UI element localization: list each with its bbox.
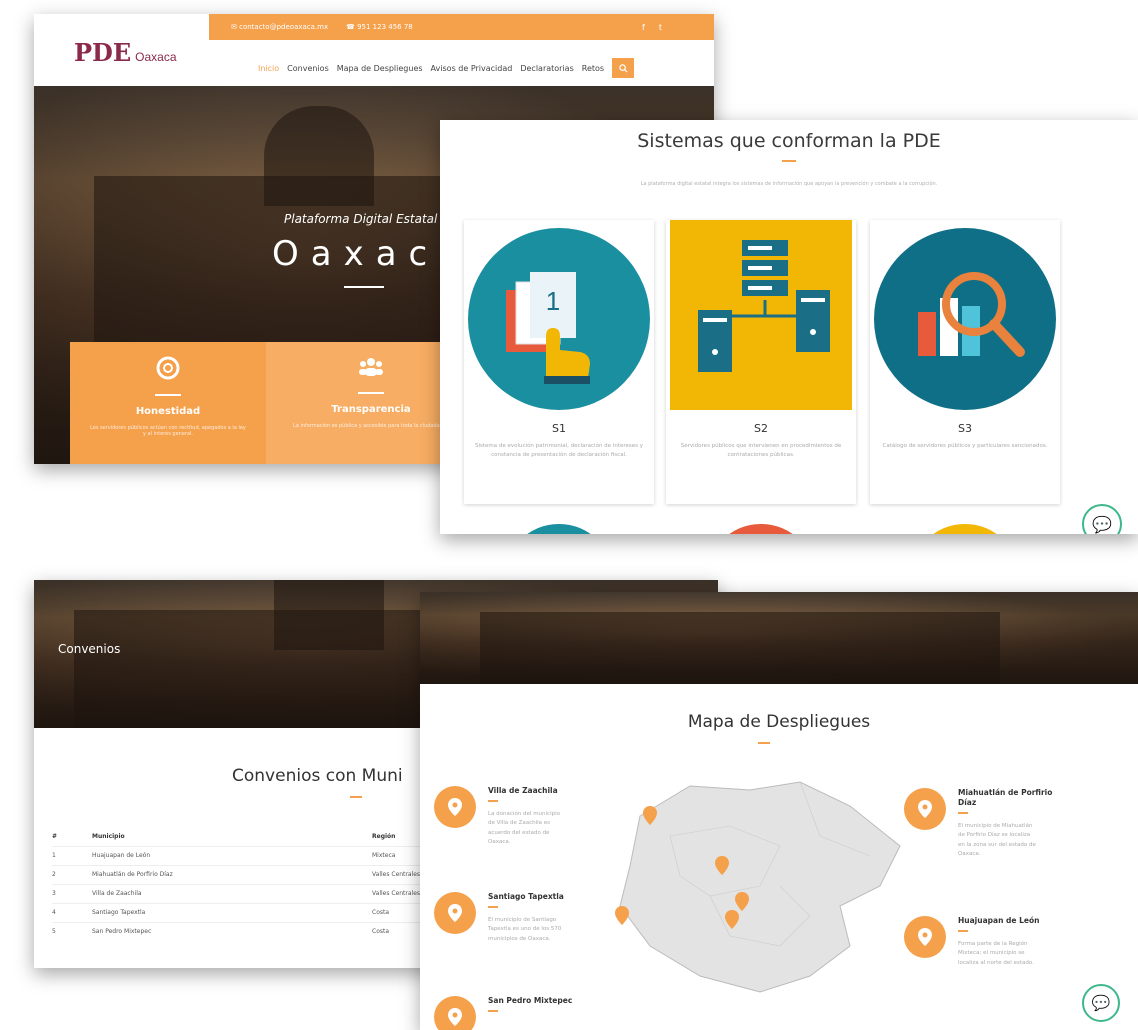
title-divider (350, 796, 362, 798)
hero-subtitle: Plataforma Digital Estatal (284, 212, 438, 226)
value-card-honestidad: Honestidad Los servidores públicos actúa… (70, 342, 266, 464)
title-divider (782, 160, 796, 162)
logo-mark: PDE (74, 38, 132, 67)
section-title: Convenios con Muni (232, 766, 403, 786)
documents-hand-icon: 1 (468, 228, 650, 410)
section-title: Mapa de Despliegues (687, 712, 871, 732)
table-row: 3 Villa de Zaachila Valles Centrales (52, 883, 432, 903)
table-row: 1 Huajuapan de León Mixteca (52, 845, 432, 865)
svg-text:1: 1 (546, 286, 560, 316)
phone-icon: ☎ (346, 23, 355, 31)
mapa-banner (420, 592, 1138, 684)
facebook-icon[interactable]: f (642, 23, 645, 32)
convenios-table: # Municipio Región 1 Huajuapan de León Mix… (52, 828, 432, 941)
hero-divider (344, 286, 384, 288)
lifebuoy-icon (70, 356, 266, 386)
system-card-s3[interactable]: S3 Catálogo de servidores públicos y par… (870, 220, 1060, 504)
location-name: Miahuatlán de Porfirio Díaz (958, 788, 1053, 807)
title-divider (758, 742, 770, 744)
card-title: S1 (552, 422, 566, 435)
menu-item-inicio[interactable]: Inicio (258, 64, 279, 73)
chat-icon: 💬 (1092, 514, 1112, 534)
email-text[interactable]: ✉ contacto@pdeoaxaca.mx (231, 23, 328, 31)
site-logo[interactable]: PDE Oaxaca (74, 38, 177, 67)
card-description: Servidores públicos que intervienen en p… (680, 443, 842, 459)
location-description: Forma parte de la Región Mixteca; el mun… (958, 941, 1034, 966)
social-links: f t (642, 23, 662, 32)
search-chart-icon (874, 228, 1056, 410)
map-pin-icon (904, 916, 946, 958)
menu-item-convenios[interactable]: Convenios (287, 64, 329, 73)
value-title: Honestidad (135, 406, 201, 417)
location-name: Huajuapan de León (958, 916, 1040, 925)
table-row: 4 Santiago Tapextla Costa (52, 902, 432, 922)
column-header: # (52, 833, 58, 841)
main-menu: Inicio Convenios Mapa de Despliegues Avi… (258, 58, 635, 78)
sistemas-screenshot: Sistemas que conforman la PDE La platafo… (440, 120, 1138, 534)
servers-icon (670, 220, 852, 410)
location-name: Villa de Zaachila (488, 786, 558, 795)
map-pin-icon (434, 786, 476, 828)
menu-item-avisos[interactable]: Avisos de Privacidad (431, 64, 513, 73)
location-name: Santiago Tapextla (488, 892, 564, 901)
column-header: Municipio (92, 833, 125, 841)
search-icon (618, 63, 628, 73)
section-title: Sistemas que conforman la PDE (637, 130, 941, 152)
map-pin-icon (434, 996, 476, 1030)
mail-icon: ✉ (231, 23, 237, 31)
chat-button[interactable]: 💬 (1082, 504, 1122, 534)
logo-text: Oaxaca (135, 50, 177, 64)
location-description: El municipio de Santiago Tapextla es uno… (488, 917, 562, 942)
location-name: San Pedro Mixtepec (488, 996, 573, 1005)
next-row-circle (504, 524, 614, 534)
table-row: 5 San Pedro Mixtepec Costa (52, 921, 432, 941)
next-row-circle (706, 524, 816, 534)
mapa-screenshot: Mapa de Despliegues Villa de Zaachila La… (420, 592, 1138, 1030)
menu-item-mapa[interactable]: Mapa de Despliegues (337, 64, 423, 73)
card-title: S2 (754, 422, 768, 435)
card-description: Sistema de evolución patrimonial, declar… (474, 443, 644, 459)
menu-item-retos[interactable]: Retos (582, 64, 604, 73)
oaxaca-map[interactable] (610, 776, 910, 1002)
location-description: El municipio de Miahuatlán de Porfirio D… (958, 823, 1036, 858)
banner-title: Convenios (58, 642, 121, 656)
table-header-row: # Municipio Región (52, 828, 432, 846)
system-card-s2[interactable]: S2 Servidores públicos que intervienen e… (666, 220, 856, 504)
phone-text: ☎ 951 123 456 78 (346, 23, 413, 31)
menu-item-declaratorias[interactable]: Declaratorias (520, 64, 573, 73)
contact-topbar: ✉ contacto@pdeoaxaca.mx ☎ 951 123 456 78… (209, 14, 714, 40)
next-row-circle (910, 524, 1020, 534)
table-row: 2 Miahuatlán de Porfirio Díaz Valles Centr… (52, 864, 432, 884)
value-text: Los servidores públicos actúan con recti… (90, 425, 246, 437)
search-button[interactable] (612, 58, 635, 78)
chat-button[interactable]: 💬 (1082, 984, 1120, 1022)
card-title: S3 (958, 422, 972, 435)
card-description: Catálogo de servidores públicos y partic… (882, 443, 1048, 449)
chat-icon: 💬 (1091, 994, 1111, 1012)
system-card-s1[interactable]: 1 S1 Sistema de evolución patrimonial, d… (464, 220, 654, 504)
location-description: La donación del municipio de Villa de Za… (488, 811, 560, 846)
map-pin-icon (434, 892, 476, 934)
twitter-icon[interactable]: t (659, 23, 662, 32)
map-pin-icon (904, 788, 946, 830)
section-description: La plataforma digital estatal integra lo… (640, 181, 938, 187)
